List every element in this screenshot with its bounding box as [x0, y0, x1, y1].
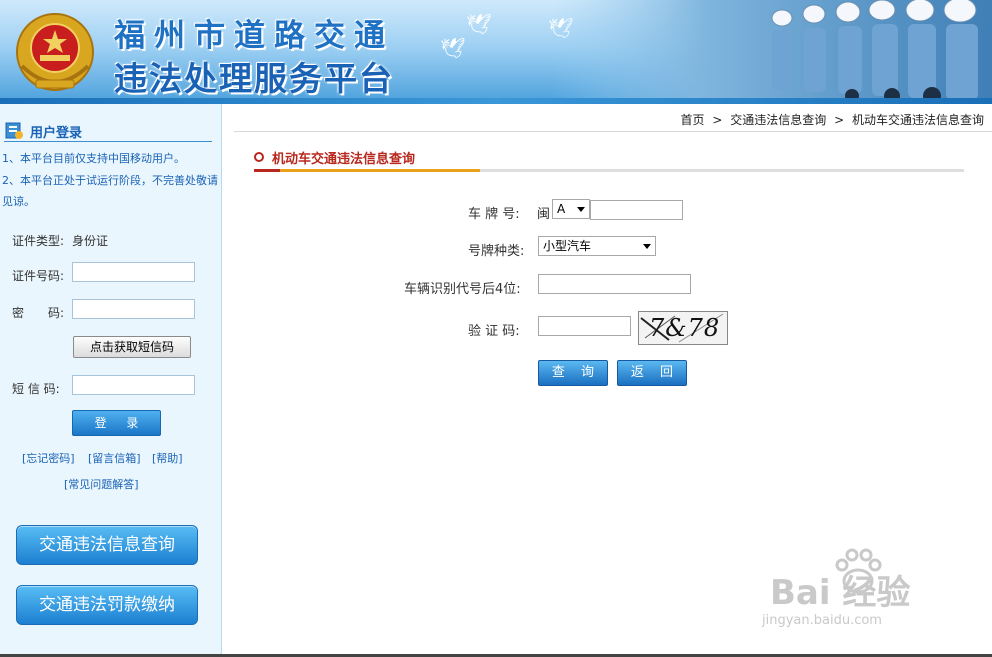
captcha-text: 7&78 [649, 314, 721, 342]
login-sidebar: 用户登录 1、本平台目前仅支持中国移动用户。 2、本平台正处于试运行阶段，不完善… [0, 104, 222, 657]
section-underline-accent [254, 169, 280, 172]
breadcrumb-separator: > [834, 113, 845, 127]
watermark-main-text: Bai 经验 [770, 573, 911, 613]
dove-icon: 🕊 [466, 12, 492, 36]
divider [234, 131, 992, 132]
back-button[interactable]: 返 回 [617, 360, 687, 386]
help-link[interactable]: [帮助] [152, 450, 183, 466]
plate-prefix: 闽 [537, 207, 551, 222]
breadcrumb-separator: > [712, 113, 723, 127]
forgot-password-link[interactable]: [忘记密码] [22, 450, 75, 466]
id-number-label: 证件号码: [12, 269, 65, 283]
plate-number-label: 车 牌 号: [468, 207, 520, 222]
dove-icon: 🕊 [440, 36, 466, 60]
notice-line-2: 2、本平台正处于试运行阶段，不完善处敬请见谅。 [2, 174, 218, 208]
chevron-down-icon [643, 244, 651, 249]
query-button[interactable]: 查 询 [538, 360, 608, 386]
login-header-label: 用户登录 [30, 126, 83, 141]
fine-payment-button[interactable]: 交通违法罚款缴纳 [16, 585, 198, 625]
password-input[interactable] [72, 299, 195, 319]
header-banner: 福州市道路交通 违法处理服务平台 🕊 🕊 🕊 [0, 0, 992, 104]
plate-letter-value: A [557, 202, 566, 216]
section-bullet-icon [254, 152, 264, 162]
notice-line-1: 1、本平台目前仅支持中国移动用户。 [2, 152, 185, 165]
login-header: 用户登录 [4, 118, 212, 142]
sms-code-input[interactable] [72, 375, 195, 395]
captcha-label: 验 证 码: [468, 324, 520, 339]
get-sms-code-button[interactable]: 点击获取短信码 [73, 336, 191, 358]
user-login-icon [5, 122, 23, 139]
violation-query-button[interactable]: 交通违法信息查询 [16, 525, 198, 565]
message-mailbox-link[interactable]: [留言信箱] [88, 450, 141, 466]
police-emblem-icon [16, 13, 94, 91]
breadcrumb: 首页 > 交通违法信息查询 > 机动车交通违法信息查询 [681, 111, 984, 128]
baidu-watermark: Bai 经验 jingyan.baidu.com [760, 548, 960, 635]
plate-type-value: 小型汽车 [543, 239, 592, 253]
plate-number-input[interactable] [590, 200, 683, 220]
captcha-image[interactable]: 7&78 [638, 311, 728, 345]
plate-letter-select[interactable]: A [552, 199, 590, 219]
breadcrumb-level1[interactable]: 交通违法信息查询 [730, 113, 826, 127]
traffic-police-image [552, 0, 992, 104]
section-title: 机动车交通违法信息查询 [272, 152, 416, 167]
faq-link[interactable]: [常见问题解答] [64, 476, 139, 492]
breadcrumb-home[interactable]: 首页 [681, 113, 705, 127]
plate-type-label: 号牌种类: [468, 244, 525, 259]
vin-label: 车辆识别代号后4位: [404, 282, 521, 297]
chevron-down-icon [577, 207, 585, 212]
banner-title-line2: 违法处理服务平台 [114, 59, 394, 98]
section-underline-accent [280, 169, 480, 172]
password-label: 密 码: [12, 306, 65, 320]
banner-title-line1: 福州市道路交通 [114, 18, 394, 54]
plate-type-select[interactable]: 小型汽车 [538, 236, 656, 256]
vin-input[interactable] [538, 274, 691, 294]
captcha-input[interactable] [538, 316, 631, 336]
breadcrumb-level2: 机动车交通违法信息查询 [851, 113, 984, 127]
id-type-label: 证件类型: [12, 234, 65, 248]
id-number-input[interactable] [72, 262, 195, 282]
id-type-value: 身份证 [72, 234, 109, 248]
sms-code-label: 短 信 码: [12, 382, 60, 396]
watermark-url: jingyan.baidu.com [762, 613, 882, 628]
login-button[interactable]: 登 录 [72, 410, 161, 436]
